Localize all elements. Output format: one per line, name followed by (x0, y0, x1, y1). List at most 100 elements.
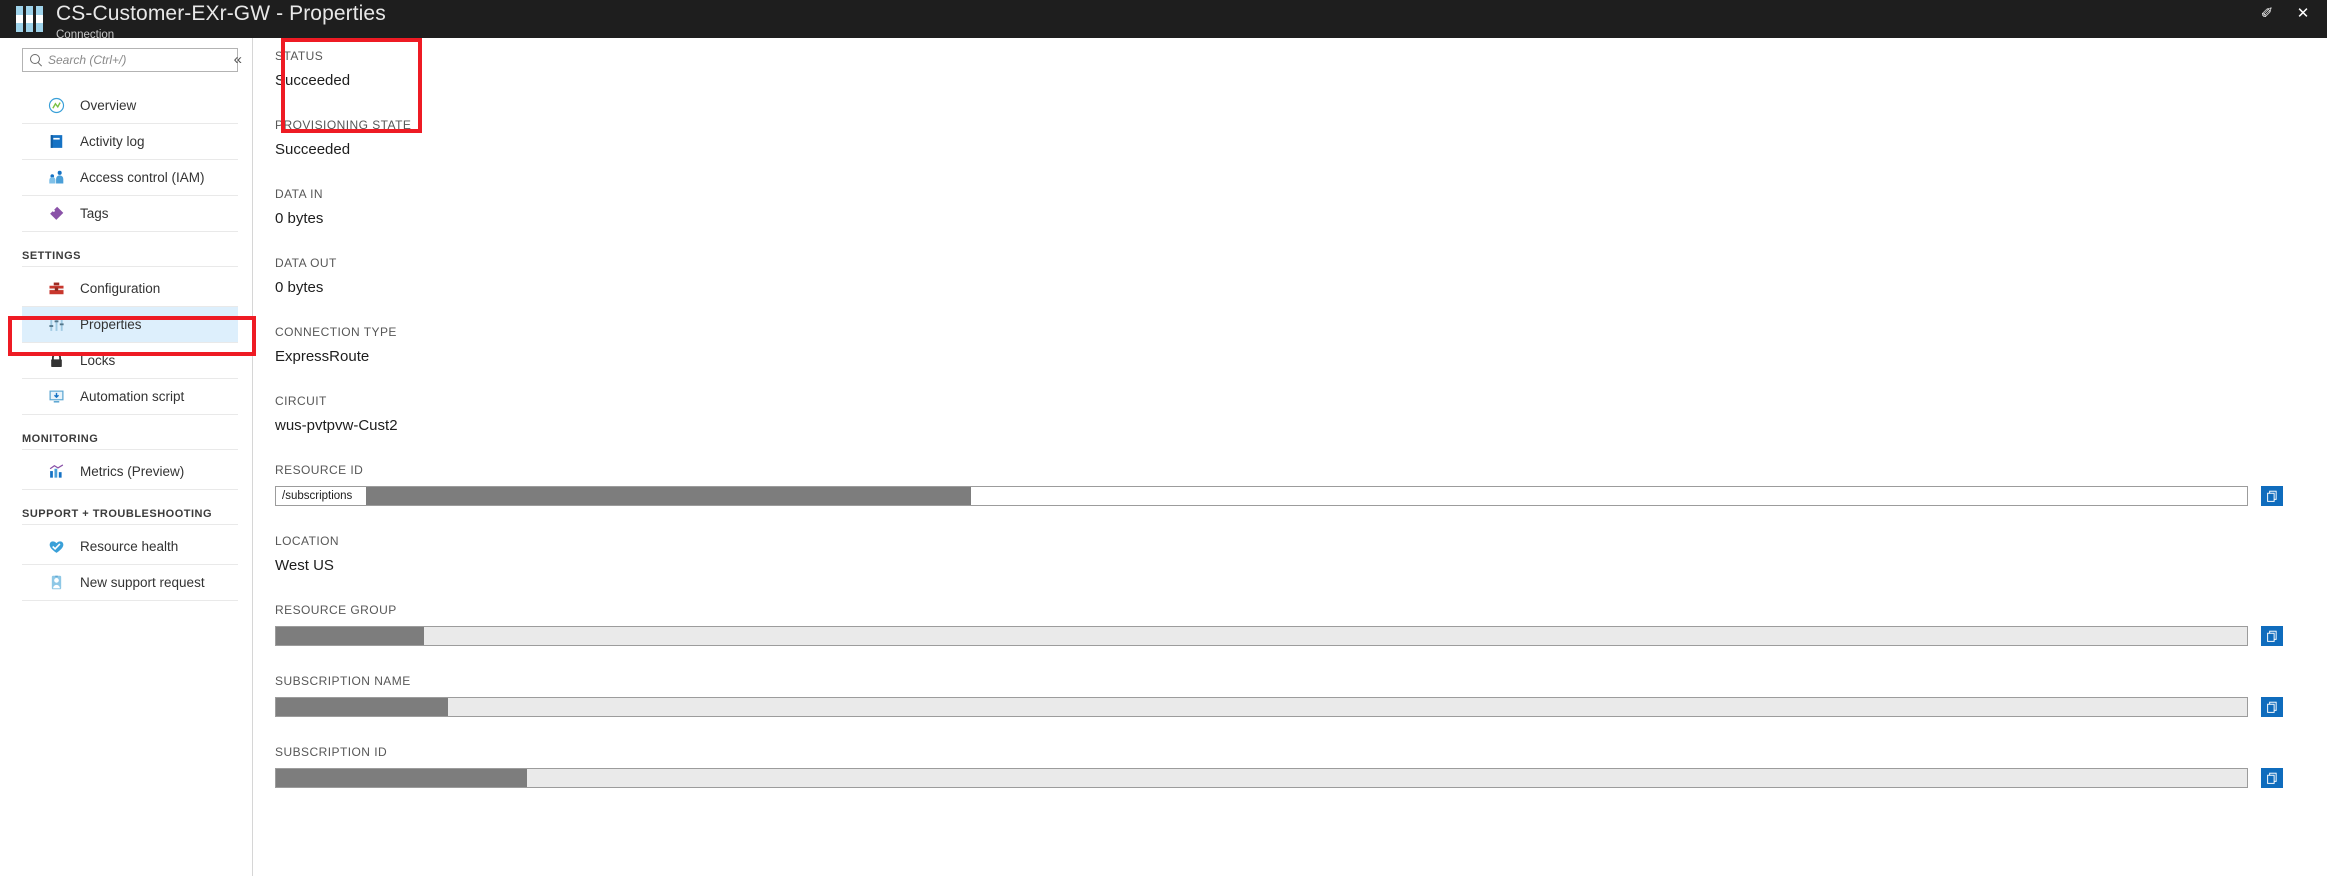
sidebar-item-configuration[interactable]: Configuration (22, 271, 238, 307)
sidebar-group-header: MONITORING (22, 433, 238, 450)
redaction-block (276, 627, 424, 645)
field-location: LOCATION West US (275, 527, 2327, 596)
field-subscription-name: SUBSCRIPTION NAME (275, 667, 2327, 738)
field-resource-id: RESOURCE ID /subscriptions (275, 456, 2327, 527)
field-value: Succeeded (275, 141, 351, 158)
resource-id-text: /subscriptions (282, 490, 353, 502)
activity-log-icon (48, 133, 65, 150)
field-label: DATA IN (275, 187, 324, 201)
redaction-block (276, 698, 448, 716)
automation-script-icon (48, 388, 65, 405)
sliders-icon (48, 316, 65, 333)
search-icon (29, 53, 43, 67)
field-label: SUBSCRIPTION NAME (275, 674, 411, 688)
subscription-id-input[interactable] (275, 768, 2248, 788)
sidebar-group: SUPPORT + TROUBLESHOOTING Resource health… (0, 508, 252, 601)
heart-health-icon (48, 538, 65, 555)
resource-id-input[interactable]: /subscriptions (275, 486, 2248, 506)
sidebar-item-properties[interactable]: Properties (22, 307, 238, 343)
copy-icon[interactable] (2261, 768, 2283, 788)
field-label: CIRCUIT (275, 394, 327, 408)
properties-panel: STATUS Succeeded PROVISIONING STATE Succ… (275, 38, 2327, 876)
field-label: RESOURCE ID (275, 463, 364, 477)
field-data-in: DATA IN 0 bytes (275, 180, 2327, 249)
chevron-double-left-icon[interactable]: « (234, 52, 242, 68)
subscription-name-row (275, 697, 2283, 717)
copy-icon[interactable] (2261, 626, 2283, 646)
resource-id-row: /subscriptions (275, 486, 2283, 506)
field-value: 0 bytes (275, 279, 324, 296)
field-value: ExpressRoute (275, 348, 370, 365)
field-label: CONNECTION TYPE (275, 325, 397, 339)
copy-icon[interactable] (2261, 486, 2283, 506)
sidebar-item-locks[interactable]: Locks (22, 343, 238, 379)
sidebar-item-label: Resource health (80, 539, 179, 554)
sidebar-item-automation-script[interactable]: Automation script (22, 379, 238, 415)
sidebar-nav: Overview Activity log Access control (IAM)… (0, 88, 252, 601)
sidebar-group: Overview Activity log Access control (IAM)… (0, 88, 252, 232)
resource-group-input[interactable] (275, 626, 2248, 646)
sidebar-group: SETTINGS Configuration Properties Locks Auto… (0, 250, 252, 415)
field-status: STATUS Succeeded (275, 42, 2327, 111)
pin-icon[interactable]: ✐ (2257, 5, 2277, 23)
subscription-id-row (275, 768, 2283, 788)
page-title: CS-Customer-EXr-GW - Properties (56, 2, 386, 25)
window-title-bar: CS-Customer-EXr-GW - Properties Connecti… (0, 0, 2327, 41)
sidebar-item-resource-health[interactable]: Resource health (22, 529, 238, 565)
sidebar-item-label: New support request (80, 575, 205, 590)
field-resource-group: RESOURCE GROUP (275, 596, 2327, 667)
access-control-icon (48, 169, 65, 186)
sidebar-item-label: Overview (80, 98, 137, 113)
metrics-chart-icon (48, 463, 65, 480)
field-value: Succeeded (275, 72, 351, 89)
field-subscription-id: SUBSCRIPTION ID (275, 738, 2327, 809)
field-connection-type: CONNECTION TYPE ExpressRoute (275, 318, 2327, 387)
sidebar-item-label: Tags (80, 206, 109, 221)
overview-icon (48, 97, 65, 114)
search-box[interactable] (22, 48, 238, 72)
sidebar-item-new-support-request[interactable]: New support request (22, 565, 238, 601)
sidebar-item-label: Properties (80, 317, 142, 332)
window-actions: ✐ ✕ (2257, 5, 2313, 23)
sidebar-item-label: Locks (80, 353, 116, 368)
sidebar-item-label: Access control (IAM) (80, 170, 205, 185)
subscription-name-input[interactable] (275, 697, 2248, 717)
sidebar-group-header: SUPPORT + TROUBLESHOOTING (22, 508, 238, 525)
toolbox-icon (48, 280, 65, 297)
redaction-block (276, 769, 527, 787)
search-input[interactable] (48, 53, 231, 67)
field-label: SUBSCRIPTION ID (275, 745, 388, 759)
sidebar-item-label: Activity log (80, 134, 145, 149)
connection-icon (12, 4, 46, 34)
field-value: wus-pvtpvw-Cust2 (275, 417, 398, 434)
sidebar-item-activity-log[interactable]: Activity log (22, 124, 238, 160)
lock-icon (48, 352, 65, 369)
copy-icon[interactable] (2261, 697, 2283, 717)
tag-icon (48, 205, 65, 222)
field-value: West US (275, 557, 334, 574)
close-icon[interactable]: ✕ (2293, 5, 2313, 23)
blade-body: « Overview Activity log Access control (IA… (0, 38, 2327, 876)
sidebar-item-access-control-iam[interactable]: Access control (IAM) (22, 160, 238, 196)
field-circuit: CIRCUIT wus-pvtpvw-Cust2 (275, 387, 2327, 456)
sidebar-item-label: Configuration (80, 281, 161, 296)
field-label: DATA OUT (275, 256, 337, 270)
resource-group-row (275, 626, 2283, 646)
sidebar: « Overview Activity log Access control (IA… (0, 38, 256, 876)
field-data-out: DATA OUT 0 bytes (275, 249, 2327, 318)
field-value: 0 bytes (275, 210, 324, 227)
field-label: STATUS (275, 49, 324, 63)
sidebar-item-label: Metrics (Preview) (80, 464, 185, 479)
sidebar-item-label: Automation script (80, 389, 185, 404)
field-label: LOCATION (275, 534, 340, 548)
field-label: RESOURCE GROUP (275, 603, 397, 617)
sidebar-item-metrics-preview[interactable]: Metrics (Preview) (22, 454, 238, 490)
field-label: PROVISIONING STATE (275, 118, 412, 132)
sidebar-group: MONITORING Metrics (Preview) (0, 433, 252, 490)
redaction-block (366, 487, 971, 505)
sidebar-item-tags[interactable]: Tags (22, 196, 238, 232)
window-title-block: CS-Customer-EXr-GW - Properties Connecti… (56, 0, 386, 42)
sidebar-item-overview[interactable]: Overview (22, 88, 238, 124)
field-provisioning-state: PROVISIONING STATE Succeeded (275, 111, 2327, 180)
support-request-icon (48, 574, 65, 591)
